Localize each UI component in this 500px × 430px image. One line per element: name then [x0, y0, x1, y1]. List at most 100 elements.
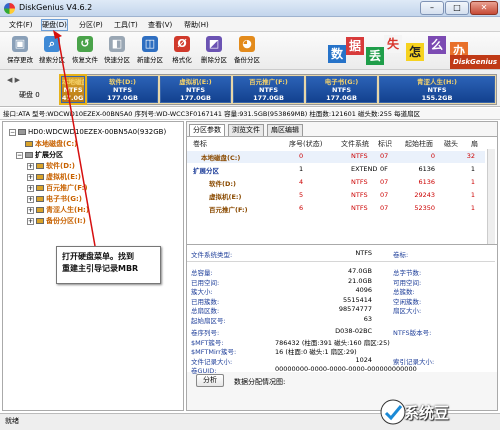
- expand-icon[interactable]: +: [27, 217, 34, 225]
- menu-view[interactable]: 查看(V): [148, 20, 172, 30]
- partition-segment[interactable]: 青涩人生(H:) NTFS 155.2GB: [379, 76, 495, 103]
- toolbar-button-2[interactable]: ↺ 恢复文件: [69, 34, 101, 68]
- tree-item-extended[interactable]: − 扩展分区: [16, 150, 63, 160]
- toolbar-button-0[interactable]: ▣ 保存更改: [4, 34, 36, 68]
- table-row[interactable]: 虚拟机(E:) 5 NTFS 07 29243 1: [187, 190, 485, 202]
- table-row[interactable]: 本地磁盘(C:) 0 NTFS 07 0 32: [187, 151, 485, 163]
- tab-browse-files[interactable]: 浏览文件: [228, 124, 264, 136]
- property-label: 总簇数:: [393, 288, 415, 296]
- cell-fs: NTFS: [351, 191, 368, 199]
- cell-head: 32: [466, 152, 475, 160]
- cell-id: 07: [380, 152, 389, 160]
- app-logo-icon: [4, 3, 15, 14]
- expand-icon[interactable]: +: [27, 184, 34, 192]
- tree-item[interactable]: + 电子书(G:): [27, 194, 82, 204]
- expand-icon[interactable]: +: [27, 173, 34, 181]
- checkmark-logo-icon: [380, 399, 406, 425]
- property-value: 786432 (柱面:391 磁头:160 扇区:25): [275, 338, 390, 347]
- banner-char: 丢: [366, 47, 384, 65]
- fs-type-label: 文件系统类型:: [191, 251, 233, 259]
- tree-item-label: 软件(D:): [46, 162, 76, 170]
- partition-segment-name: 青涩人生(H:): [417, 78, 457, 86]
- recover-icon: ↺: [77, 36, 93, 52]
- toolbar-button-1[interactable]: ⌕ 搜索分区: [36, 34, 68, 68]
- partition-segment-size: 155.2GB: [421, 94, 453, 102]
- column-header-head[interactable]: 磁头: [444, 139, 458, 149]
- table-row[interactable]: 百元推广(F:) 6 NTFS 07 52350 1: [187, 203, 485, 215]
- cell-name: 本地磁盘(C:): [201, 154, 241, 162]
- column-header-id[interactable]: 标识: [378, 139, 392, 149]
- table-row[interactable]: 扩展分区 1 EXTEND 0F 6136 1: [187, 164, 485, 176]
- property-label: 可用空间:: [393, 278, 422, 287]
- expand-icon[interactable]: +: [27, 195, 34, 203]
- partition-icon: [36, 174, 44, 180]
- tree-item-label: 备份分区(I:): [46, 217, 86, 225]
- minimize-button[interactable]: –: [420, 1, 444, 15]
- cell-num: 0: [299, 152, 304, 160]
- disk-nav-arrows[interactable]: ◀ ▶: [7, 76, 20, 84]
- cell-id: 07: [380, 204, 389, 212]
- menu-disk[interactable]: 硬盘(D): [41, 19, 68, 31]
- table-row[interactable]: 软件(D:) 4 NTFS 07 6136 1: [187, 177, 485, 189]
- toolbar-button-5[interactable]: Ø 格式化: [166, 34, 198, 68]
- partition-icon: [36, 196, 44, 202]
- expand-icon[interactable]: +: [27, 162, 34, 170]
- cell-id: 07: [380, 191, 389, 199]
- menu-help[interactable]: 帮助(H): [184, 20, 209, 30]
- toolbar-button-3[interactable]: ◧ 快速分区: [101, 34, 133, 68]
- site-watermark: 系统豆: [378, 394, 500, 430]
- property-label: 已用簇数:: [191, 297, 220, 306]
- column-header-start-cylinder[interactable]: 起始柱面: [405, 139, 433, 149]
- cell-cyl: 29243: [414, 191, 435, 199]
- column-header-sector[interactable]: 扇: [471, 139, 478, 149]
- menu-partition[interactable]: 分区(P): [79, 20, 103, 30]
- property-label: 扇区大小:: [393, 307, 422, 315]
- partition-segment[interactable]: 软件(D:) NTFS 177.0GB: [87, 76, 158, 103]
- partition-segment[interactable]: 本地磁盘(C:)NTFS47.0GB: [59, 74, 87, 105]
- table-scrollbar[interactable]: [487, 149, 495, 244]
- tree-item[interactable]: + 虚拟机(E:): [27, 172, 81, 182]
- column-header-fs[interactable]: 文件系统: [341, 139, 369, 149]
- tab-sector-edit[interactable]: 扇区编辑: [267, 124, 303, 136]
- property-label: 卷序列号:: [191, 329, 220, 337]
- partition-segment[interactable]: 百元推广(F:) NTFS 177.0GB: [233, 76, 304, 103]
- toolbar-button-label: 新建分区: [137, 56, 163, 64]
- menu-bar: 文件(F) 硬盘(D) 分区(P) 工具(T) 查看(V) 帮助(H): [0, 17, 500, 32]
- property-value: 5515414: [343, 295, 372, 304]
- expand-icon[interactable]: +: [27, 206, 34, 214]
- collapse-icon[interactable]: −: [16, 151, 23, 159]
- tree-disk-root[interactable]: − HD0:WDCWD10EZEX-00BN5A0(932GB): [9, 128, 166, 136]
- property-value: 16 (柱面:0 磁头:1 扇区:29): [275, 348, 357, 356]
- tree-item[interactable]: + 软件(D:): [27, 161, 75, 171]
- maximize-button[interactable]: □: [445, 1, 469, 15]
- column-header-index[interactable]: 序号(状态): [289, 139, 322, 149]
- title-bar: DiskGenius V4.6.2 – □ ✕: [0, 0, 500, 17]
- partition-segment-size: 177.0GB: [107, 94, 138, 102]
- collapse-icon[interactable]: −: [9, 128, 16, 136]
- tree-item[interactable]: + 备份分区(I:): [27, 216, 86, 226]
- menu-file[interactable]: 文件(F): [9, 20, 33, 30]
- toolbar-button-label: 保存更改: [7, 56, 33, 64]
- analyze-button[interactable]: 分析: [196, 374, 224, 387]
- toolbar-button-6[interactable]: ◩ 删除分区: [198, 34, 230, 68]
- partition-segment[interactable]: 电子书(G:) NTFS 177.0GB: [306, 76, 377, 103]
- partition-segment[interactable]: 虚拟机(E:) NTFS 177.0GB: [160, 76, 231, 103]
- cell-name: 软件(D:): [209, 180, 236, 188]
- tree-item-c[interactable]: 本地磁盘(C:): [25, 139, 77, 149]
- property-label: $MFTMirr簇号:: [191, 348, 237, 356]
- cell-cyl: 0: [430, 152, 435, 160]
- menu-tools[interactable]: 工具(T): [114, 20, 138, 30]
- toolbar-button-label: 删除分区: [201, 56, 227, 64]
- toolbar-button-7[interactable]: ◕ 备份分区: [231, 34, 263, 68]
- cell-fs: EXTEND: [351, 165, 378, 173]
- cell-num: 6: [299, 204, 304, 212]
- tree-item[interactable]: + 百元推广(F:): [27, 183, 88, 193]
- close-button[interactable]: ✕: [470, 1, 498, 15]
- property-value: 21.0GB: [348, 276, 372, 285]
- column-header-label[interactable]: 卷标: [193, 139, 207, 149]
- toolbar-button-4[interactable]: ◫ 新建分区: [134, 34, 166, 68]
- partition-icon: [36, 185, 44, 191]
- tree-item[interactable]: + 青涩人生(H:): [27, 205, 89, 215]
- cell-fs: NTFS: [351, 152, 368, 160]
- cell-head: 1: [470, 204, 475, 212]
